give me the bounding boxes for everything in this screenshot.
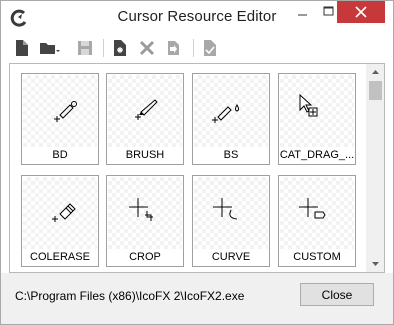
cursor-tile-colerase[interactable]: COLERASE	[21, 175, 99, 267]
cursor-tile-custom[interactable]: CUSTOM	[278, 175, 356, 267]
file-path: C:\Program Files (x86)\IcoFX 2\IcoFX2.ex…	[15, 289, 245, 303]
status-bar: C:\Program Files (x86)\IcoFX 2\IcoFX2.ex…	[1, 273, 393, 324]
new-file-icon[interactable]	[13, 39, 31, 57]
cursor-list-panel[interactable]: BD BRUSH BS CAT_DRAG_... COLERASE CROP C…	[9, 63, 385, 273]
cursor-tile-bs[interactable]: BS	[192, 73, 270, 165]
cursor-label: BRUSH	[125, 149, 165, 161]
toolbar	[9, 35, 387, 61]
scrollbar-thumb[interactable]	[369, 81, 382, 100]
cursor-resource-editor-window: Cursor Resource Editor BD BRUSH BS CAT_D…	[0, 0, 394, 325]
cursor-label: CAT_DRAG_...	[279, 149, 355, 161]
eraser-icon	[52, 203, 76, 222]
arrow-drag-icon	[299, 93, 318, 117]
close-icon[interactable]	[337, 1, 385, 23]
curve-icon	[213, 198, 238, 220]
pen-drop-icon	[212, 104, 239, 123]
open-folder-icon[interactable]	[39, 39, 61, 57]
cursor-tile-cat-drag[interactable]: CAT_DRAG_...	[278, 73, 356, 165]
close-button[interactable]: Close	[300, 283, 374, 306]
crop-icon	[129, 198, 153, 221]
title-bar: Cursor Resource Editor	[1, 1, 393, 34]
cursor-tile-curve[interactable]: CURVE	[192, 175, 270, 267]
cursor-label: CROP	[129, 251, 161, 263]
new-cursor-icon[interactable]	[111, 39, 129, 57]
toolbar-separator	[103, 39, 104, 57]
cursor-label: BS	[223, 149, 239, 161]
cursor-tile-brush[interactable]: BRUSH	[106, 73, 184, 165]
delete-icon[interactable]	[138, 39, 156, 57]
cursor-label: BD	[52, 149, 68, 161]
cursor-label: COLERASE	[30, 251, 90, 263]
cursor-label: CURVE	[211, 251, 251, 263]
import-icon[interactable]	[164, 39, 182, 57]
toolbar-separator	[193, 39, 194, 57]
scroll-up-arrow-icon[interactable]	[367, 64, 384, 81]
custom-shape-icon	[299, 198, 326, 219]
cursor-label: CUSTOM	[293, 251, 341, 263]
apply-icon[interactable]	[201, 39, 219, 57]
scroll-down-arrow-icon[interactable]	[367, 255, 384, 272]
save-icon[interactable]	[76, 39, 94, 57]
cursor-tile-crop[interactable]: CROP	[106, 175, 184, 267]
pen-erase-icon	[54, 101, 77, 122]
cursor-tile-bd[interactable]: BD	[21, 73, 99, 165]
vertical-scrollbar[interactable]	[366, 64, 384, 272]
brush-icon	[135, 99, 158, 120]
